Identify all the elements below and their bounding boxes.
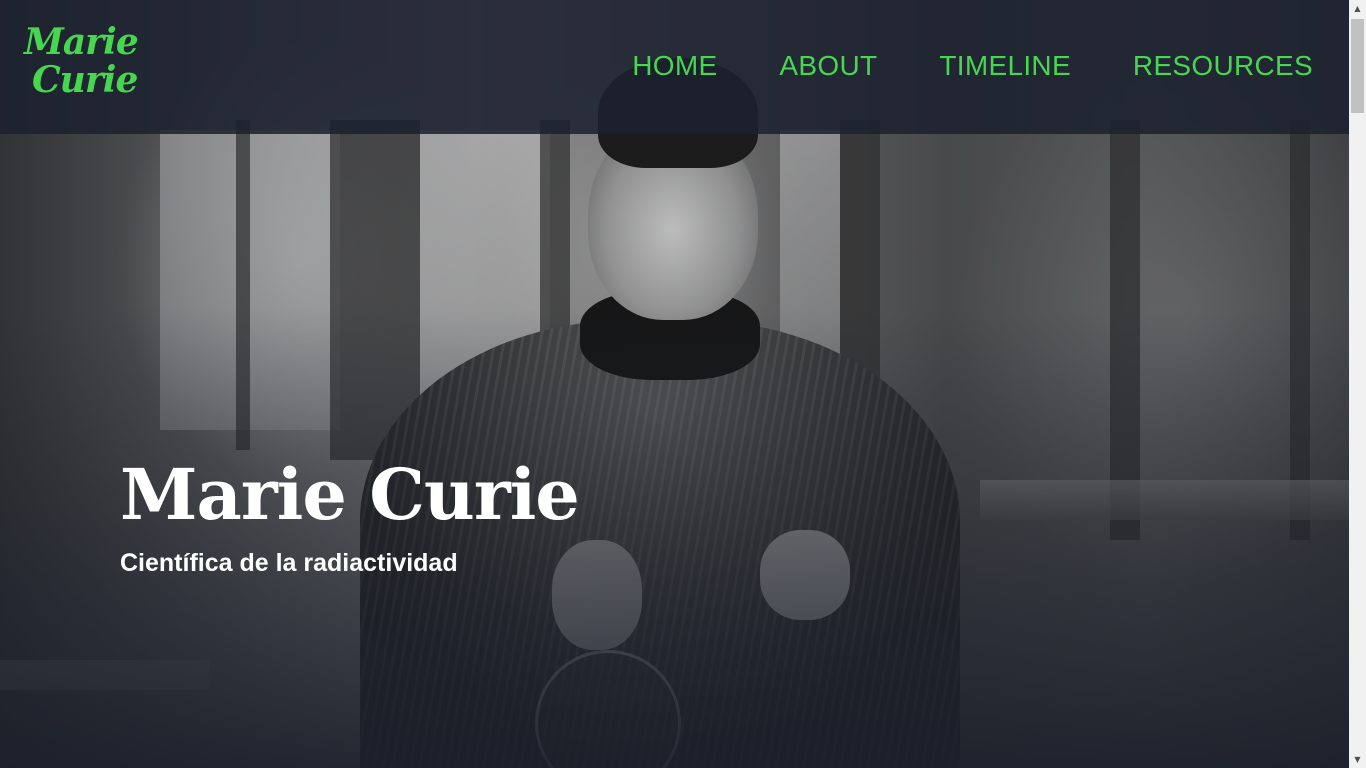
nav-home-link[interactable]: HOME: [632, 48, 717, 84]
logo-line-1: Marie: [24, 21, 139, 63]
browser-viewport: Marie Curie HOME ABOUT TIMELINE RESOURCE…: [0, 0, 1366, 768]
hero-subtitle: Científica de la radiactividad: [120, 549, 458, 577]
hero-title: Marie Curie: [120, 453, 580, 536]
main-nav: HOME ABOUT TIMELINE RESOURCES: [632, 48, 1313, 84]
scroll-down-arrow-icon[interactable]: ▼: [1349, 751, 1366, 768]
site-header: Marie Curie HOME ABOUT TIMELINE RESOURCE…: [0, 0, 1349, 134]
vertical-scrollbar[interactable]: ▲ ▼: [1349, 0, 1366, 768]
nav-timeline-link[interactable]: TIMELINE: [939, 48, 1071, 84]
scroll-up-arrow-icon[interactable]: ▲: [1349, 0, 1366, 17]
page: Marie Curie HOME ABOUT TIMELINE RESOURCE…: [0, 0, 1349, 768]
site-logo[interactable]: Marie Curie: [22, 22, 152, 112]
nav-about-link[interactable]: ABOUT: [779, 48, 877, 84]
logo-line-2: Curie: [32, 59, 138, 101]
scrollbar-thumb[interactable]: [1351, 19, 1364, 113]
nav-resources-link[interactable]: RESOURCES: [1133, 48, 1313, 84]
